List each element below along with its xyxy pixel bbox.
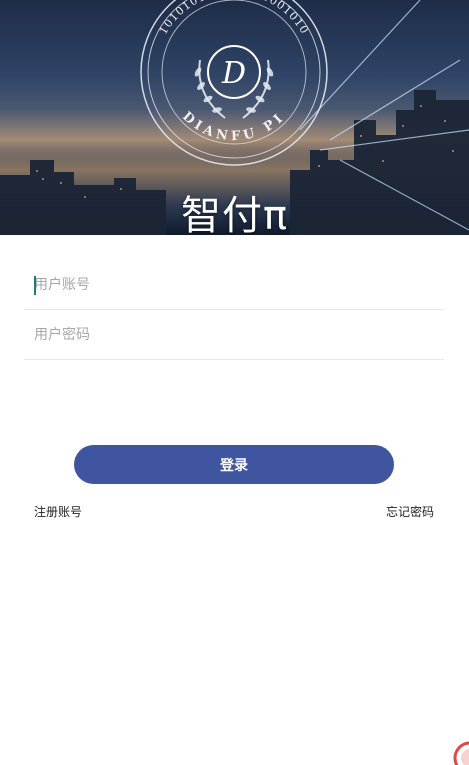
password-field[interactable] bbox=[24, 310, 444, 360]
account-field[interactable] bbox=[24, 260, 444, 310]
app-title: 智付π bbox=[180, 193, 289, 235]
forgot-password-link[interactable]: 忘记密码 bbox=[386, 504, 434, 520]
password-input[interactable] bbox=[24, 310, 444, 359]
register-link[interactable]: 注册账号 bbox=[34, 504, 82, 520]
text-caret bbox=[34, 276, 36, 295]
login-button[interactable]: 登录 bbox=[74, 445, 394, 484]
header-banner: D 101010101001011001010 DIANFU bbox=[0, 0, 469, 235]
svg-text:101010101001011001010: 101010101001011001010 bbox=[157, 0, 312, 37]
account-input[interactable] bbox=[24, 260, 444, 309]
logo-binary-text: 101010101001011001010 bbox=[157, 0, 311, 37]
logo-letter: D bbox=[221, 56, 246, 91]
floating-badge-icon[interactable] bbox=[450, 740, 469, 765]
